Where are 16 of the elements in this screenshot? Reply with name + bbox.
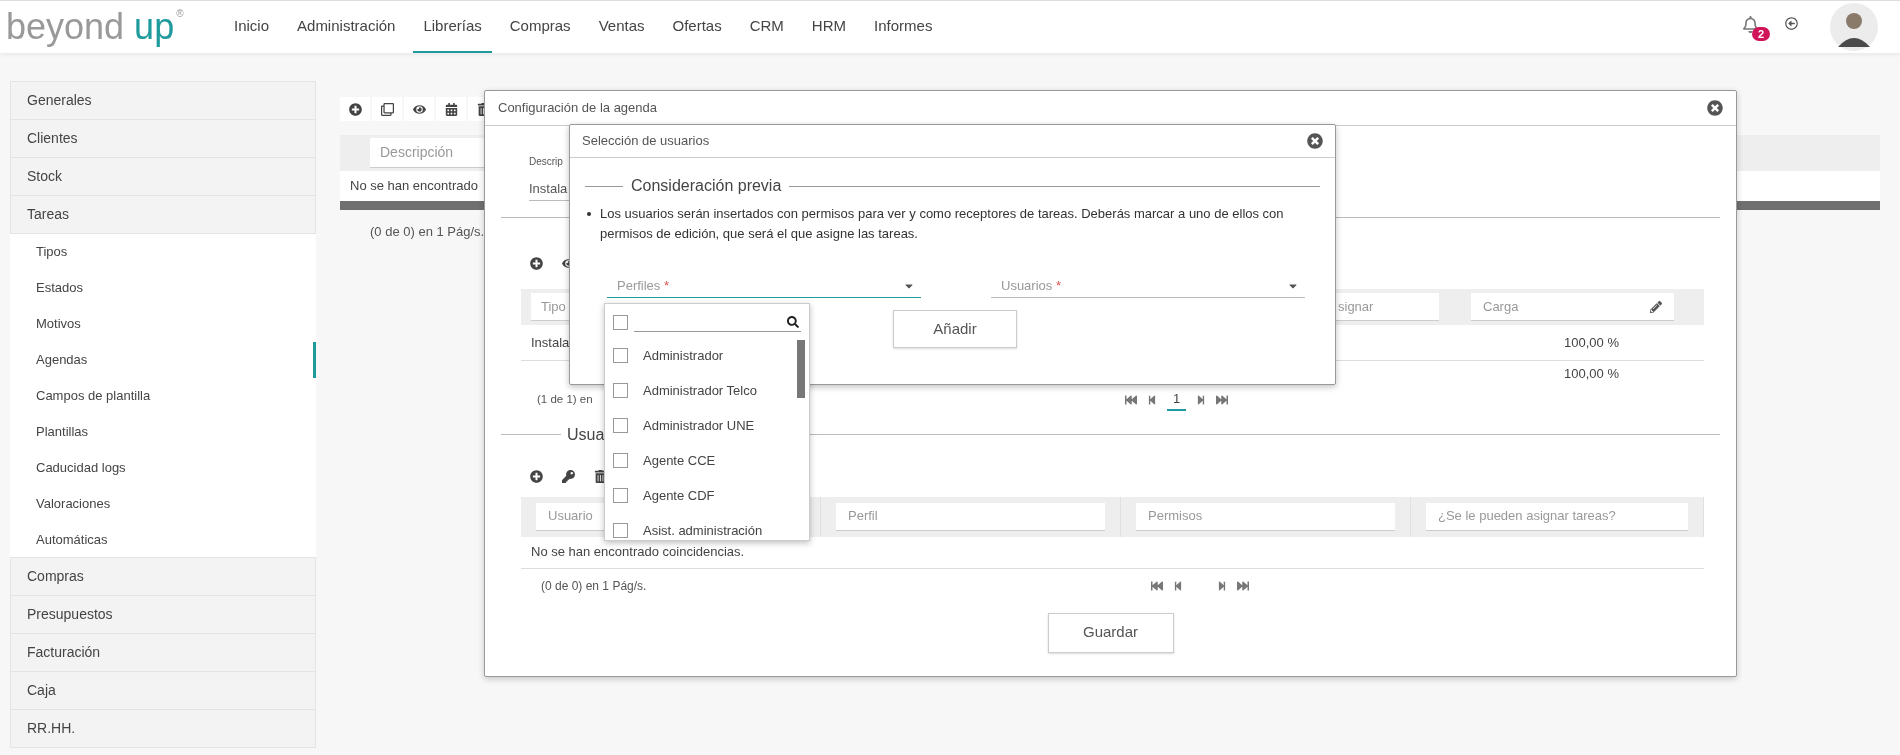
pager-text: (0 de 0) en 1 Pág/s.	[370, 223, 485, 241]
dialog-title: Selección de usuarios	[582, 132, 710, 151]
dialog-title: Configuración de la agenda	[498, 99, 657, 118]
pager-text: (1 de 1) en	[537, 392, 593, 408]
field-label: Descrip	[529, 155, 563, 169]
table-cell-text: Instala	[531, 333, 570, 352]
table-cell-text: No se han encontrado	[350, 177, 478, 196]
total-cell-text: 100,00 %	[1564, 365, 1619, 384]
table-cell-text: No se han encontrado coincidencias.	[531, 543, 745, 562]
section-title: Usua	[566, 424, 606, 445]
note-text: Los usuarios serán insertados con permisos para ver y como receptores de tareas. Deberás marcar a uno de ellos con permisos de edición, que será el que asigne las tareas.	[600, 205, 1285, 243]
logo: beyond up®	[6, 9, 185, 45]
notification-count: 2	[1752, 27, 1771, 41]
pager-text: (0 de 0) en 1 Pág/s.	[541, 577, 647, 595]
section-title: Consideración previa	[630, 176, 783, 196]
table-cell-text: 100,00 %	[1564, 333, 1619, 352]
